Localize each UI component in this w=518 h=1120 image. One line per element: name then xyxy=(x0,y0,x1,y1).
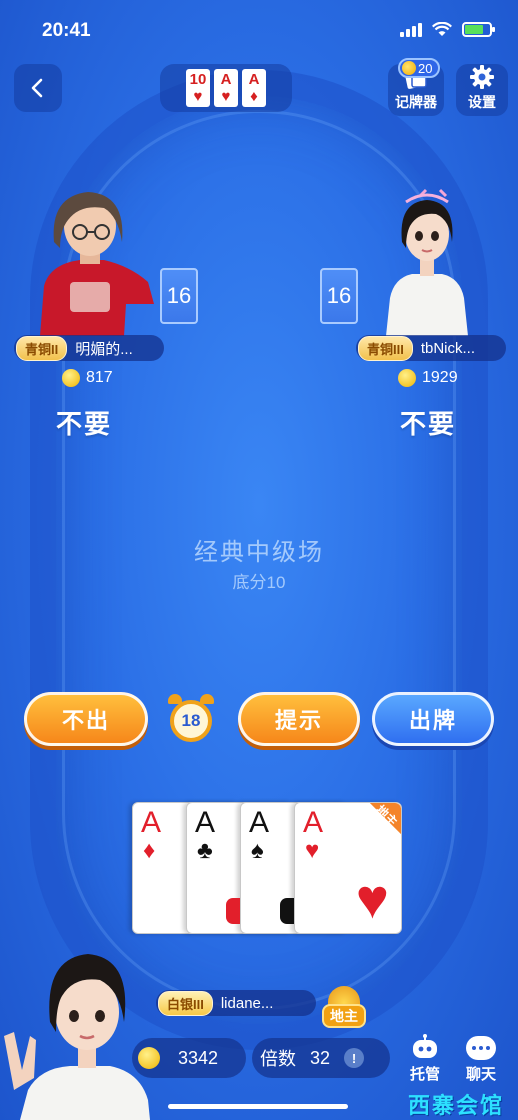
right-player-tag[interactable]: 青铜III tbNick... xyxy=(356,335,506,361)
multiplier-value: 32 xyxy=(310,1047,331,1068)
card-counter-badge: 20 xyxy=(398,58,441,78)
left-card-count: 16 xyxy=(160,268,198,324)
room-base-score: 底分10 xyxy=(232,573,286,592)
settings-label: 设置 xyxy=(468,94,496,110)
battery-icon xyxy=(462,22,495,37)
chevron-left-icon xyxy=(31,78,43,98)
self-player-name: lidane... xyxy=(220,994,274,1012)
watermark: 西寨会馆 xyxy=(407,1093,504,1118)
auto-play-label: 托管 xyxy=(409,1066,440,1083)
home-indicator[interactable] xyxy=(168,1104,348,1109)
self-player-tag[interactable]: 白银III lidane... xyxy=(156,990,316,1016)
bean-icon xyxy=(398,369,416,387)
left-player-avatar[interactable] xyxy=(30,186,154,336)
left-player-name: 明媚的... xyxy=(75,340,133,358)
back-button[interactable] xyxy=(14,64,62,112)
bean-icon xyxy=(138,1047,160,1069)
robot-icon xyxy=(413,1034,437,1058)
landlord-badge-label: 地主 xyxy=(322,1004,366,1028)
multiplier-pill[interactable]: 倍数 32 ! xyxy=(252,1038,390,1078)
pass-button[interactable]: 不出 xyxy=(24,692,148,746)
hint-button[interactable]: 提示 xyxy=(238,692,360,746)
heart-suit-large: ♥ xyxy=(355,867,389,930)
self-beans-pill: 3342 xyxy=(132,1038,246,1078)
left-player-status: 不要 xyxy=(56,409,113,439)
right-player-beans: 1929 xyxy=(398,369,458,387)
right-card-count: 16 xyxy=(320,268,358,324)
timer-value: 18 xyxy=(170,700,212,742)
signal-icon xyxy=(400,22,422,37)
right-player-rank: 青铜III xyxy=(358,335,413,361)
status-time: 20:41 xyxy=(42,20,91,41)
card-counter-label: 记牌器 xyxy=(395,94,437,110)
landlord-badge: 地主 xyxy=(322,986,366,1028)
chat-bubble-icon xyxy=(466,1036,496,1060)
self-player-rank: 白银III xyxy=(158,990,213,1016)
settings-button[interactable]: 设置 xyxy=(456,64,508,116)
info-icon[interactable]: ! xyxy=(344,1048,365,1068)
card-edge xyxy=(226,898,240,924)
hand-card[interactable]: A ♥ ♥ 地主 xyxy=(294,802,402,934)
right-player-name: tbNick... xyxy=(420,339,476,357)
self-beans: 3342 xyxy=(178,1047,219,1068)
left-player-beans: 817 xyxy=(62,369,113,387)
self-player-avatar[interactable] xyxy=(0,940,150,1120)
landlord-card-mark: 地主 xyxy=(357,803,401,847)
right-player-status: 不要 xyxy=(400,409,457,439)
turn-timer: 18 xyxy=(166,694,216,744)
coin-icon xyxy=(402,61,416,75)
left-player-tag[interactable]: 青铜II 明媚的... xyxy=(14,335,164,361)
chat-button[interactable]: 聊天 xyxy=(456,1032,506,1084)
room-title: 经典中级场 xyxy=(194,539,324,566)
played-card: A ♥ xyxy=(214,69,238,107)
multiplier-label: 倍数 xyxy=(260,1049,296,1069)
wifi-icon xyxy=(432,22,452,36)
game-table: 20:41 10 ♥ A ♥ A ♦ 记牌器 20 设置 16 青铜II 明媚的… xyxy=(0,0,518,1120)
auto-play-button[interactable]: 托管 xyxy=(400,1032,450,1084)
status-icons xyxy=(400,22,495,37)
chat-label: 聊天 xyxy=(465,1066,496,1083)
right-player-avatar[interactable] xyxy=(382,186,472,336)
gear-icon xyxy=(470,65,494,89)
card-edge xyxy=(280,898,294,924)
left-player-rank: 青铜II xyxy=(16,335,68,361)
bean-icon xyxy=(62,369,80,387)
play-button[interactable]: 出牌 xyxy=(372,692,494,746)
last-played-cards: 10 ♥ A ♥ A ♦ xyxy=(160,64,292,112)
played-card: 10 ♥ xyxy=(186,69,210,107)
played-card: A ♦ xyxy=(242,69,266,107)
